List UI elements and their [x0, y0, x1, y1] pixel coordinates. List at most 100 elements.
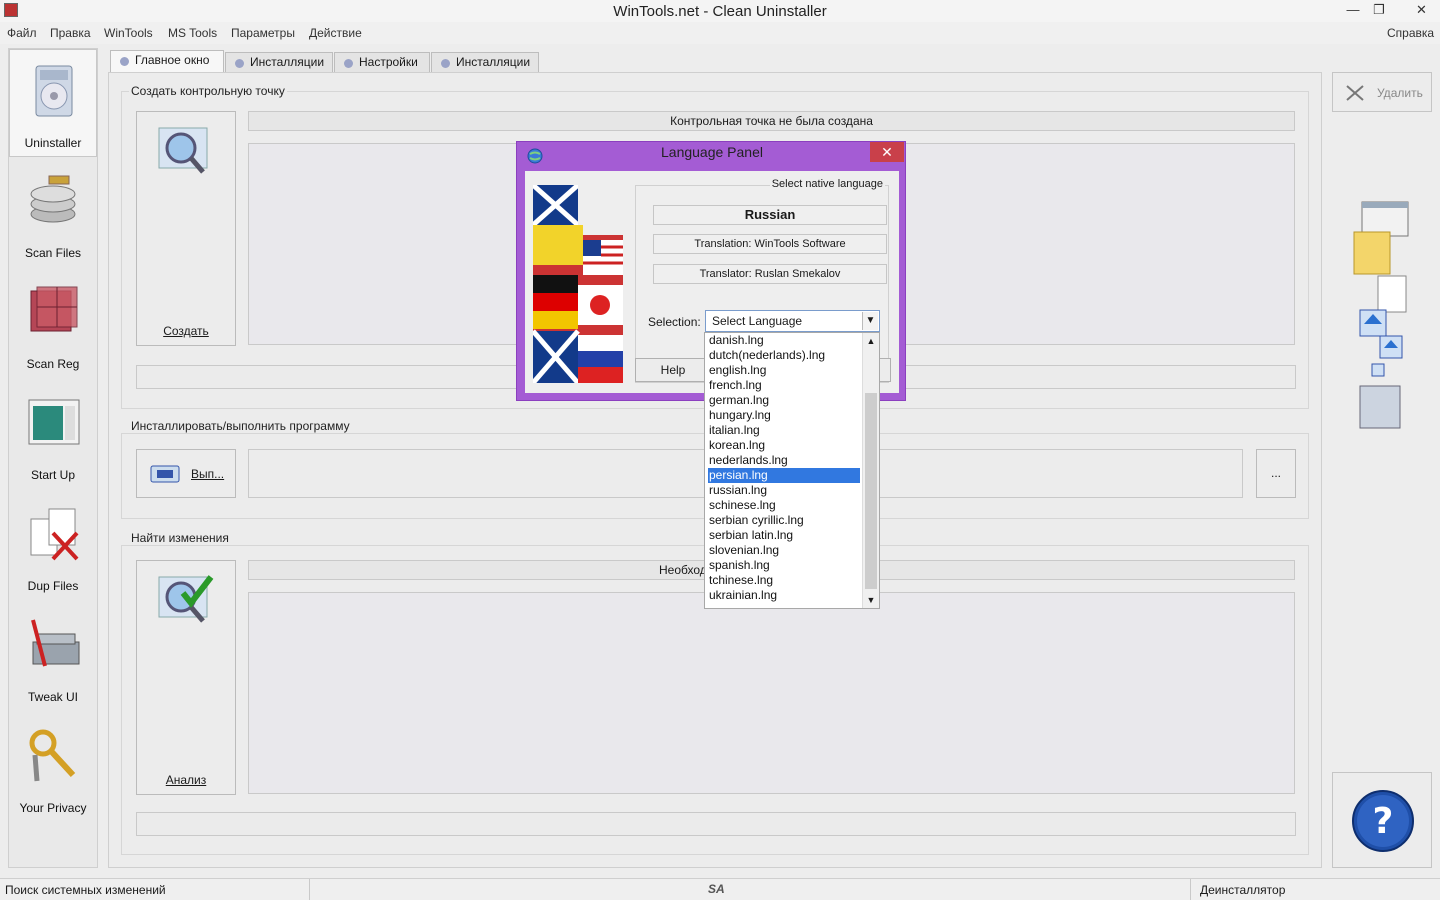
start-up-icon — [28, 399, 80, 445]
status-logo: SA — [708, 882, 725, 896]
language-name: Russian — [653, 205, 887, 225]
language-option[interactable]: serbian cyrillic.lng — [708, 513, 860, 528]
create-button-label: Создать — [163, 324, 209, 338]
language-select[interactable]: Select Language ▼ — [705, 310, 880, 332]
translation-info: Translation: WinTools Software — [653, 234, 887, 254]
language-option[interactable]: german.lng — [708, 393, 860, 408]
menu-help[interactable]: Справка — [1387, 26, 1434, 40]
select-value: Select Language — [712, 314, 803, 328]
menu-wintools[interactable]: WinTools — [104, 26, 153, 40]
language-option[interactable]: korean.lng — [708, 438, 860, 453]
tab-installations[interactable]: Инсталляции — [225, 52, 333, 73]
language-option[interactable]: hungary.lng — [708, 408, 860, 423]
menu-mstools[interactable]: MS Tools — [168, 26, 217, 40]
sidebar-item-tweak-ui[interactable]: Tweak UI — [9, 604, 97, 712]
tab-label: Настройки — [359, 55, 418, 69]
changes-log-panel — [248, 592, 1295, 794]
language-option[interactable]: dutch(nederlands).lng — [708, 348, 860, 363]
close-button[interactable]: ✕ — [1403, 0, 1440, 20]
scan-files-icon — [30, 175, 76, 223]
help-button[interactable]: ? — [1332, 772, 1432, 868]
title-bar: WinTools.net - Clean Uninstaller — ❐ ✕ — [0, 0, 1440, 22]
changes-progress — [136, 812, 1296, 836]
delete-button[interactable]: Удалить — [1332, 72, 1432, 112]
create-checkpoint-button[interactable]: Создать — [136, 111, 236, 346]
svg-text:?: ? — [1373, 801, 1394, 842]
language-option[interactable]: danish.lng — [708, 333, 860, 348]
delete-icon — [1346, 85, 1364, 101]
status-bar: Поиск системных изменений SA Деинсталлят… — [0, 878, 1440, 900]
status-left: Поиск системных изменений — [5, 883, 166, 897]
menu-bar: Файл Правка WinTools MS Tools Параметры … — [0, 22, 1440, 44]
analyze-check-icon — [158, 575, 214, 623]
menu-file[interactable]: Файл — [7, 26, 37, 40]
browse-button[interactable]: ... — [1256, 449, 1296, 498]
language-option-selected[interactable]: persian.lng — [708, 468, 860, 483]
language-option[interactable]: spanish.lng — [708, 558, 860, 573]
language-option[interactable]: french.lng — [708, 378, 860, 393]
language-option[interactable]: ukrainian.lng — [708, 588, 860, 603]
status-divider — [1190, 879, 1191, 900]
dup-files-icon — [30, 508, 79, 561]
tab-main-window[interactable]: Главное окно — [110, 50, 224, 73]
flags-image — [533, 185, 623, 383]
language-dropdown-list[interactable]: danish.lng dutch(nederlands).lng english… — [704, 332, 880, 609]
analyze-button[interactable]: Анализ — [136, 560, 236, 795]
sidebar-item-label: Uninstaller — [24, 136, 82, 150]
dialog-close-button[interactable]: ✕ — [870, 142, 904, 162]
sidebar-item-start-up[interactable]: Start Up — [9, 382, 97, 490]
sidebar-item-scan-reg[interactable]: Scan Reg — [9, 271, 97, 379]
language-option[interactable]: tchinese.lng — [708, 573, 860, 588]
restore-button[interactable]: ❐ — [1364, 0, 1394, 20]
language-option[interactable]: serbian latin.lng — [708, 528, 860, 543]
sidebar-item-dup-files[interactable]: Dup Files — [9, 493, 97, 601]
language-option[interactable]: nederlands.lng — [708, 453, 860, 468]
tab-settings[interactable]: Настройки — [334, 52, 430, 73]
uninstaller-icon — [35, 65, 73, 117]
tab-label: Инсталляции — [456, 55, 531, 69]
tweak-ui-icon — [31, 619, 80, 667]
help-dialog-button[interactable]: Help — [635, 358, 711, 382]
chevron-down-icon[interactable]: ▼ — [862, 312, 878, 330]
install-group-title: Инсталлировать/выполнить программу — [129, 419, 352, 433]
scroll-up-icon[interactable]: ▲ — [863, 333, 879, 349]
sidebar-item-label: Dup Files — [27, 579, 79, 593]
language-option[interactable]: russian.lng — [708, 483, 860, 498]
dropdown-scrollbar[interactable]: ▲ ▼ — [862, 333, 879, 608]
menu-action[interactable]: Действие — [309, 26, 362, 40]
sidebar-item-label: Tweak UI — [27, 690, 78, 704]
tab-dot-icon — [441, 59, 450, 68]
language-option[interactable]: english.lng — [708, 363, 860, 378]
sidebar-item-your-privacy[interactable]: Your Privacy — [9, 715, 97, 823]
scroll-thumb[interactable] — [865, 393, 877, 589]
run-button[interactable]: Вып... — [136, 449, 236, 498]
status-right: Деинсталлятор — [1200, 883, 1286, 897]
translator-info: Translator: Ruslan Smekalov — [653, 264, 887, 284]
scroll-down-icon[interactable]: ▼ — [863, 592, 879, 608]
menu-edit[interactable]: Правка — [50, 26, 91, 40]
tab-dot-icon — [344, 59, 353, 68]
sidebar-item-scan-files[interactable]: Scan Files — [9, 160, 97, 268]
sidebar-item-label: Start Up — [30, 468, 75, 482]
tab-installations-2[interactable]: Инсталляции — [431, 52, 539, 73]
language-option[interactable]: slovenian.lng — [708, 543, 860, 558]
language-option[interactable]: italian.lng — [708, 423, 860, 438]
magnifier-icon — [158, 127, 208, 174]
file-tools-icon[interactable] — [1352, 198, 1412, 438]
status-divider — [309, 879, 310, 900]
delete-label: Удалить — [1377, 86, 1423, 100]
changes-group-title: Найти изменения — [129, 531, 231, 545]
selection-label: Selection: — [648, 315, 701, 329]
tab-dot-icon — [235, 59, 244, 68]
sidebar: Uninstaller Scan Files Scan Reg Start Up… — [8, 48, 98, 868]
sidebar-item-label: Scan Files — [24, 246, 82, 260]
tab-label: Главное окно — [135, 53, 210, 67]
sidebar-item-uninstaller[interactable]: Uninstaller — [9, 49, 97, 157]
tab-label: Инсталляции — [250, 55, 325, 69]
menu-params[interactable]: Параметры — [231, 26, 295, 40]
dialog-heading: Select native language — [769, 178, 885, 190]
window-title: WinTools.net - Clean Uninstaller — [613, 3, 827, 20]
checkpoint-group-title: Создать контрольную точку — [129, 84, 287, 98]
language-option[interactable]: schinese.lng — [708, 498, 860, 513]
sidebar-item-label: Your Privacy — [19, 801, 87, 815]
